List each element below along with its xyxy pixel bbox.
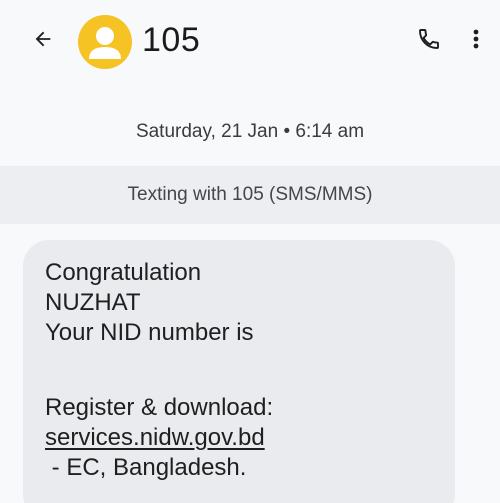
top-app-bar: 105 <box>0 0 500 84</box>
contact-avatar[interactable] <box>78 15 132 69</box>
message-line-name: NUZHAT <box>45 289 141 316</box>
arrow-left-icon <box>35 31 51 47</box>
conversation-screen: 105 Saturday, 21 Jan • 6:14 am Texting w… <box>0 0 500 503</box>
phone-icon <box>419 29 439 49</box>
call-button[interactable] <box>411 21 447 57</box>
message-line-signature: - EC, Bangladesh. <box>45 454 247 481</box>
message-line-greeting: Congratulation <box>45 259 202 286</box>
message-line-nid: Your NID number is <box>45 319 254 346</box>
conversation-title[interactable]: 105 <box>142 18 200 62</box>
more-vert-icon <box>473 29 479 49</box>
message-link[interactable]: services.nidw.gov.bd <box>45 423 265 453</box>
message-line-register: Register & download: <box>45 394 274 421</box>
person-avatar-icon <box>89 27 121 59</box>
message-timestamp: Saturday, 21 Jan • 6:14 am <box>135 121 365 142</box>
back-button[interactable] <box>26 22 60 56</box>
more-options-button[interactable] <box>462 21 490 57</box>
texting-banner-label: Texting with 105 (SMS/MMS) <box>127 184 373 205</box>
texting-banner: Texting with 105 (SMS/MMS) <box>0 166 500 224</box>
